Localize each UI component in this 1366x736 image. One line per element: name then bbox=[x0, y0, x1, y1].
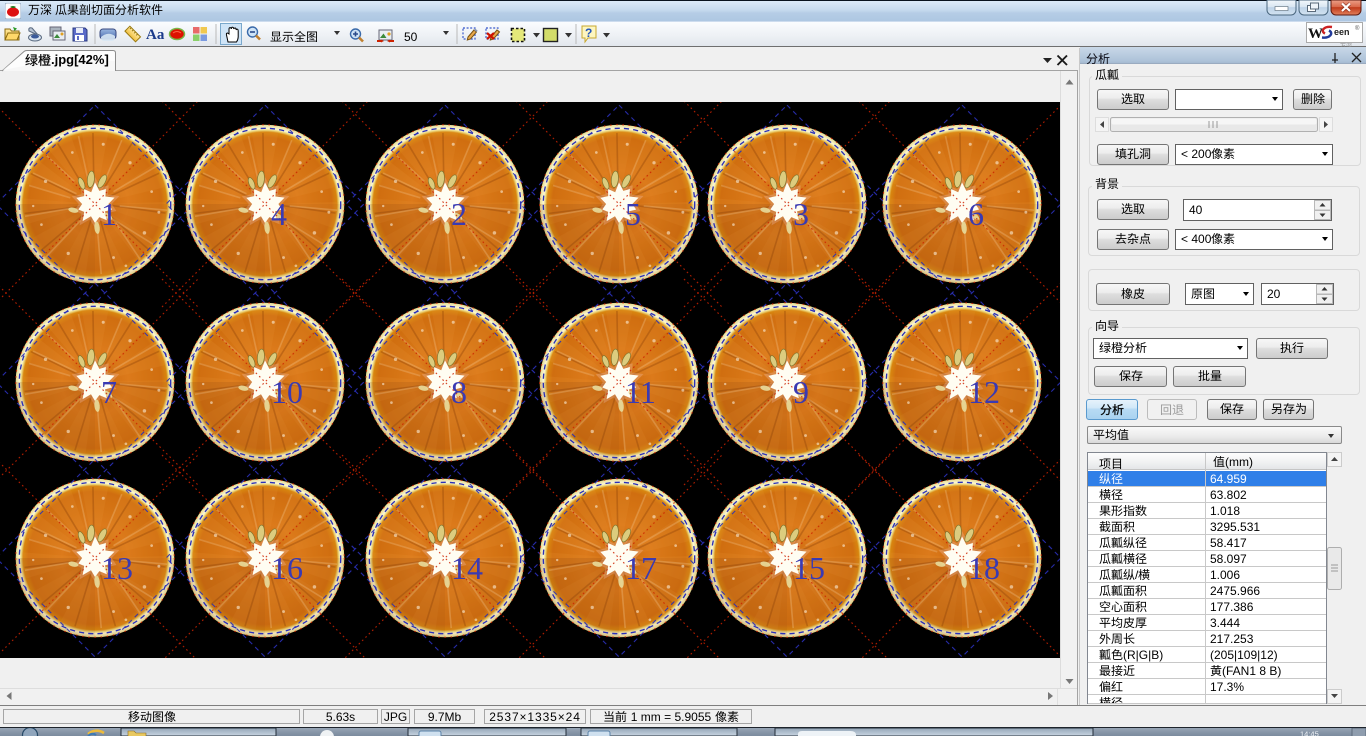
svg-text:6: 6 bbox=[968, 196, 984, 232]
svg-text:14: 14 bbox=[451, 550, 483, 586]
svg-text:11: 11 bbox=[625, 374, 656, 410]
svg-text:13: 13 bbox=[101, 550, 133, 586]
svg-text:3: 3 bbox=[793, 196, 809, 232]
svg-text:14:45: 14:45 bbox=[1300, 730, 1319, 736]
svg-text:2: 2 bbox=[451, 196, 467, 232]
svg-text:5: 5 bbox=[625, 196, 641, 232]
svg-text:15: 15 bbox=[793, 550, 825, 586]
svg-text:18: 18 bbox=[968, 550, 1000, 586]
svg-text:10: 10 bbox=[271, 374, 303, 410]
svg-text:4: 4 bbox=[271, 196, 287, 232]
svg-text:17: 17 bbox=[625, 550, 657, 586]
svg-text:16: 16 bbox=[271, 550, 303, 586]
svg-text:7: 7 bbox=[101, 374, 117, 410]
svg-text:9: 9 bbox=[793, 374, 809, 410]
svg-text:12: 12 bbox=[968, 374, 1000, 410]
svg-text:8: 8 bbox=[451, 374, 467, 410]
svg-text:1: 1 bbox=[101, 196, 117, 232]
svg-text:50: 50 bbox=[404, 30, 418, 44]
svg-text:W: W bbox=[1308, 26, 1323, 42]
svg-text:?: ? bbox=[585, 26, 592, 40]
svg-text:®: ® bbox=[1355, 25, 1360, 32]
svg-text:Aa: Aa bbox=[146, 27, 165, 43]
